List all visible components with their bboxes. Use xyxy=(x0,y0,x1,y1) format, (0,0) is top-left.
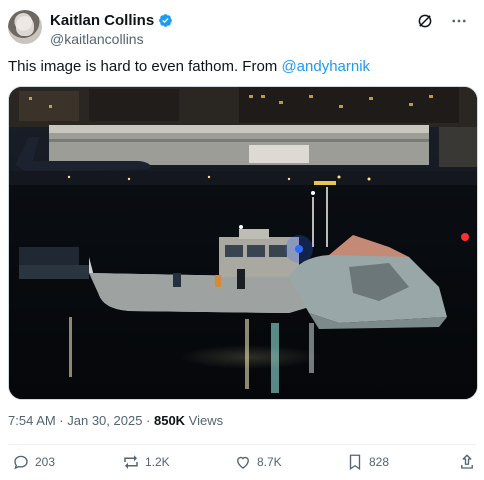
photo-night-river-wreckage-image xyxy=(9,87,477,399)
tweet-body-text: This image is hard to even fathom. From xyxy=(8,58,282,75)
avatar[interactable] xyxy=(8,10,42,44)
more-options-button[interactable] xyxy=(448,10,470,32)
share-icon xyxy=(461,454,473,469)
more-dots-icon xyxy=(452,19,466,23)
repost-icon xyxy=(124,455,138,469)
mention-link[interactable]: @andyharnik xyxy=(281,58,370,75)
bookmark-icon xyxy=(349,454,361,471)
views-count: 850K xyxy=(153,413,186,428)
tweet-text: This image is hard to even fathom. From … xyxy=(8,57,370,77)
views-label: Views xyxy=(185,413,224,428)
divider xyxy=(8,444,476,445)
tweet-photo[interactable] xyxy=(8,86,478,400)
verified-badge-icon xyxy=(159,14,173,27)
share-button[interactable] xyxy=(458,453,476,471)
reply-count: 203 xyxy=(35,455,56,469)
like-button[interactable]: 8.7K xyxy=(234,453,282,471)
reply-button[interactable]: 203 xyxy=(12,453,55,471)
bookmark-count: 828 xyxy=(369,455,390,469)
grok-icon xyxy=(418,14,432,28)
author-name-line: Kaitlan Collins xyxy=(50,12,173,29)
repost-count: 1.2K xyxy=(145,455,170,469)
reply-icon xyxy=(14,455,28,470)
grok-button[interactable] xyxy=(414,10,436,32)
timestamp[interactable]: 7:54 AM · Jan 30, 2025 · xyxy=(8,413,154,428)
author-handle[interactable]: @kaitlancollins xyxy=(50,31,144,47)
repost-button[interactable]: 1.2K xyxy=(122,453,170,471)
tweet-header: Kaitlan Collins @kaitlancollins xyxy=(8,8,476,48)
bookmark-button[interactable]: 828 xyxy=(346,453,389,471)
heart-icon xyxy=(237,456,249,469)
action-bar: 203 1.2K 8.7K 828 xyxy=(8,450,476,476)
author-display-name[interactable]: Kaitlan Collins xyxy=(50,12,154,29)
like-count: 8.7K xyxy=(257,455,282,469)
tweet-meta: 7:54 AM · Jan 30, 2025 · 850K Views xyxy=(8,413,223,428)
